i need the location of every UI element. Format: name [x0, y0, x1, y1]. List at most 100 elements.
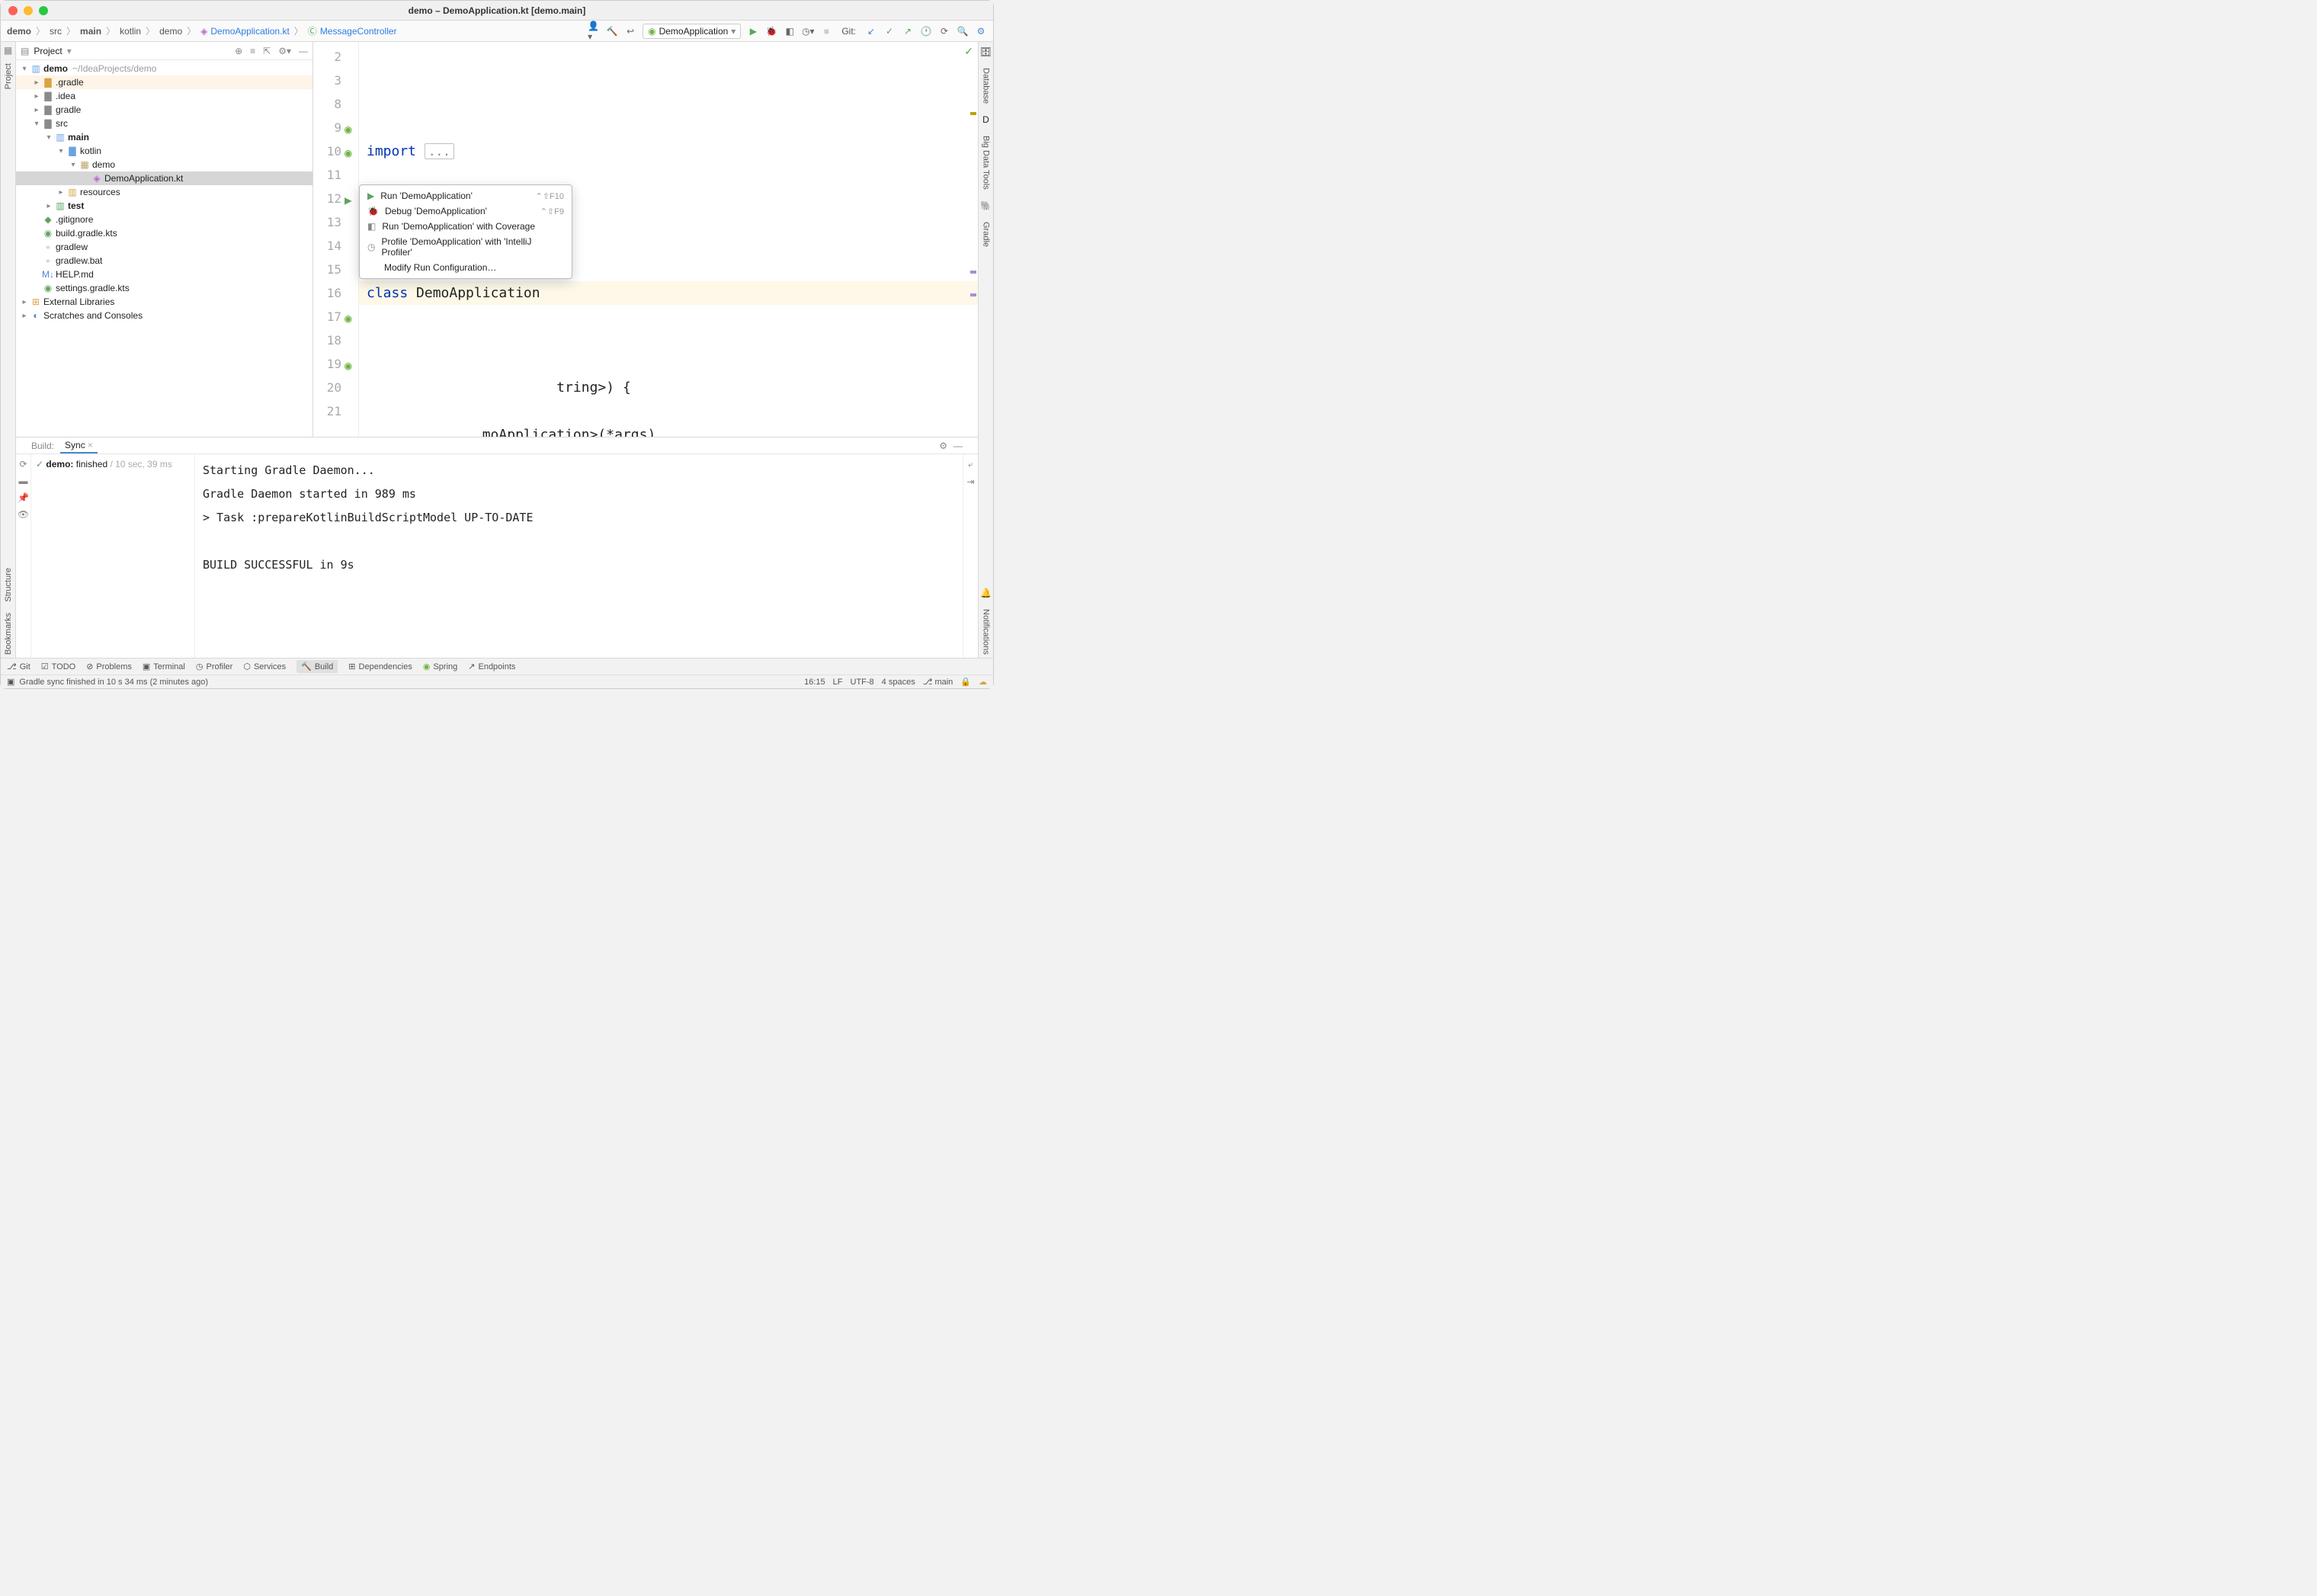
right-rail-gradle[interactable]: Gradle [982, 219, 991, 250]
crumb-demo[interactable]: demo [7, 26, 31, 37]
view-icon[interactable]: 👁 [18, 509, 29, 520]
spring-bean-icon[interactable]: ◉ [345, 358, 357, 370]
lock-icon[interactable]: 🔒 [960, 677, 971, 687]
git-commit-icon[interactable]: ✓ [883, 25, 896, 37]
database-icon[interactable]: 🗄 [980, 46, 992, 57]
gutter-line[interactable]: 9◉ [313, 116, 358, 139]
menu-run[interactable]: ▶Run 'DemoApplication'⌃⇧F10 [360, 188, 572, 204]
btab-profiler[interactable]: ◷Profiler [196, 662, 232, 671]
soft-wrap-icon[interactable]: ⤶ [968, 459, 973, 470]
gutter-line[interactable]: 8 [313, 92, 358, 116]
gutter-line[interactable]: 11 [313, 163, 358, 187]
profile-icon[interactable]: ◷▾ [802, 25, 814, 37]
right-rail-bigdata[interactable]: Big Data Tools [982, 133, 991, 193]
left-rail-structure[interactable]: Structure [4, 565, 13, 605]
run-gutter-icon[interactable]: ▶ [345, 193, 357, 205]
tree-resources[interactable]: ▸▥resources [16, 185, 312, 199]
gutter-line[interactable]: 16 [313, 281, 358, 305]
tree-demo-pkg[interactable]: ▾▦demo [16, 158, 312, 171]
run-config-selector[interactable]: ◉ DemoApplication ▾ [643, 24, 741, 39]
pin-icon[interactable]: 📌 [18, 492, 29, 503]
menu-coverage[interactable]: ◧Run 'DemoApplication' with Coverage [360, 219, 572, 234]
gutter-line[interactable]: 20 [313, 376, 358, 399]
tree-gradlew[interactable]: ▫gradlew [16, 240, 312, 254]
settings-icon[interactable]: ⚙ [939, 441, 947, 451]
btab-services[interactable]: ⬡Services [243, 662, 286, 671]
gutter-line[interactable]: 13 [313, 210, 358, 234]
btab-todo[interactable]: ☑TODO [41, 662, 75, 671]
spring-bean-icon[interactable]: ◉ [345, 311, 357, 323]
menu-profile[interactable]: ◷Profile 'DemoApplication' with 'Intelli… [360, 234, 572, 260]
gutter-line[interactable]: 21 [313, 399, 358, 423]
build-output[interactable]: Starting Gradle Daemon... Gradle Daemon … [195, 454, 963, 658]
tree-idea-dir[interactable]: ▸▇.idea [16, 89, 312, 103]
tree-scratches[interactable]: ▸◐Scratches and Consoles [16, 309, 312, 322]
gutter-line[interactable]: 3 [313, 69, 358, 92]
hide-icon[interactable]: — [299, 46, 308, 56]
tree-gradle-dir[interactable]: ▸▇.gradle [16, 75, 312, 89]
locate-icon[interactable]: ⊕ [235, 46, 242, 56]
right-rail-notifications[interactable]: Notifications [982, 606, 991, 658]
gutter-line[interactable]: 12▶ [313, 187, 358, 210]
left-rail-project[interactable]: Project [4, 60, 13, 92]
stop-icon[interactable]: ▬ [19, 476, 28, 486]
tree-ext-libs[interactable]: ▸⊞External Libraries [16, 295, 312, 309]
ide-settings-icon[interactable]: ⚙ [975, 25, 987, 37]
gutter-line[interactable]: 15 [313, 258, 358, 281]
add-config-icon[interactable]: 👤▾ [588, 25, 600, 37]
tree-root[interactable]: ▾▥demo~/IdeaProjects/demo [16, 62, 312, 75]
btab-problems[interactable]: ⊘Problems [86, 662, 132, 671]
git-update-icon[interactable]: ↙ [865, 25, 877, 37]
project-tool-icon[interactable]: ▦ [4, 45, 12, 56]
gutter-line[interactable]: 10◉ [313, 139, 358, 163]
build-tree[interactable]: ✓ demo: finished / 10 sec, 39 ms [31, 454, 195, 658]
right-rail-database[interactable]: Database [982, 65, 991, 107]
crumb-main[interactable]: main [80, 26, 101, 37]
dropdown-icon[interactable]: ▾ [67, 46, 72, 56]
close-tab-icon[interactable]: × [88, 440, 93, 450]
tree-src[interactable]: ▾▇src [16, 117, 312, 130]
status-indent[interactable]: 4 spaces [882, 678, 915, 687]
hide-icon[interactable]: — [953, 441, 963, 451]
gutter-line[interactable]: 17◉ [313, 305, 358, 328]
rerun-icon[interactable]: ⟳ [19, 459, 27, 470]
tree-test[interactable]: ▸▥test [16, 199, 312, 213]
btab-terminal[interactable]: ▣Terminal [143, 662, 185, 671]
search-icon[interactable]: 🔍 [957, 25, 969, 37]
tree-kotlin[interactable]: ▾▇kotlin [16, 144, 312, 158]
run-icon[interactable]: ▶ [747, 25, 759, 37]
git-history-icon[interactable]: 🕐 [920, 25, 932, 37]
menu-modify[interactable]: Modify Run Configuration… [360, 260, 572, 275]
btab-git[interactable]: ⎇Git [7, 662, 30, 671]
btab-spring[interactable]: ◉Spring [423, 662, 457, 671]
crumb-demo-pkg[interactable]: demo [159, 26, 182, 37]
crumb-src[interactable]: src [50, 26, 62, 37]
btab-endpoints[interactable]: ↗Endpoints [468, 662, 515, 671]
gutter-line[interactable]: 2 [313, 45, 358, 69]
scroll-end-icon[interactable]: ⇥ [966, 476, 974, 487]
status-branch[interactable]: ⎇ main [923, 677, 953, 687]
notifications-icon[interactable]: 🔔 [980, 588, 992, 598]
back-icon[interactable]: ↩ [624, 25, 636, 37]
expand-all-icon[interactable]: ≡ [250, 46, 255, 56]
git-rollback-icon[interactable]: ⟳ [938, 25, 950, 37]
tree-gitignore[interactable]: ◆.gitignore [16, 213, 312, 226]
crumb-file[interactable]: ◈ DemoApplication.kt [200, 26, 290, 37]
crumb-class[interactable]: Ⓒ MessageController [308, 24, 397, 37]
tree-demo-app-file[interactable]: ◈DemoApplication.kt [16, 171, 312, 185]
bigdata-icon[interactable]: D [982, 114, 989, 125]
menu-debug[interactable]: 🐞Debug 'DemoApplication'⌃⇧F9 [360, 204, 572, 219]
tree-gradle2[interactable]: ▸▇gradle [16, 103, 312, 117]
btab-build[interactable]: 🔨Build [296, 660, 338, 673]
debug-icon[interactable]: 🐞 [765, 25, 777, 37]
gutter-line[interactable]: 19◉ [313, 352, 358, 376]
tree-gradlew-bat[interactable]: ▫gradlew.bat [16, 254, 312, 268]
build-hammer-icon[interactable]: 🔨 [606, 25, 618, 37]
status-time[interactable]: 16:15 [804, 678, 825, 687]
tree-main[interactable]: ▾▥main [16, 130, 312, 144]
coverage-icon[interactable]: ◧ [784, 25, 796, 37]
collapse-all-icon[interactable]: ⇱ [263, 46, 271, 56]
settings-icon[interactable]: ⚙▾ [278, 46, 291, 56]
spring-bean-icon[interactable]: ◉ [345, 122, 357, 134]
build-tab-sync[interactable]: Sync× [60, 438, 98, 453]
